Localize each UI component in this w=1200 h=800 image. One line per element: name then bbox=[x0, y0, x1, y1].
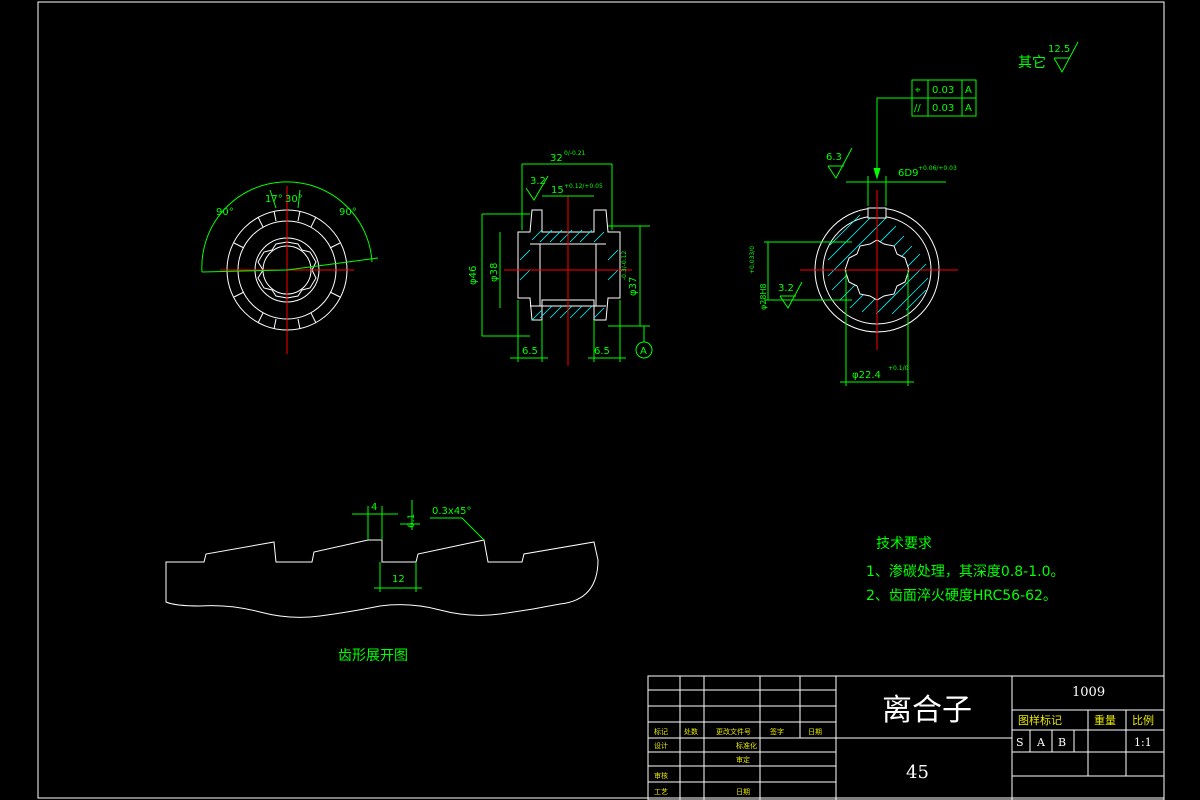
right-dia-bottom-tol: +0.1/0 bbox=[888, 365, 909, 372]
right-dim-top-tol: +0.06/+0.03 bbox=[918, 165, 957, 172]
tech-req-item2: 2、齿面淬火硬度HRC56-62。 bbox=[866, 588, 1057, 604]
stage-b: B bbox=[1058, 736, 1066, 749]
stage-label: 图样标记 bbox=[1018, 713, 1062, 727]
row-sign: 签字 bbox=[770, 727, 784, 736]
row-mark: 标记 bbox=[654, 727, 668, 736]
material: 45 bbox=[906, 762, 929, 783]
scale-value: 1:1 bbox=[1134, 736, 1152, 749]
section-roughness: 3.2 bbox=[530, 176, 546, 187]
other-roughness-value: 12.5 bbox=[1048, 44, 1070, 55]
scale-label: 比例 bbox=[1132, 713, 1154, 727]
section-dia-right-tol: -0.3/-0.12 bbox=[621, 251, 628, 280]
row-count: 处数 bbox=[684, 727, 698, 736]
other-roughness-note: 其它 12.5 bbox=[1018, 41, 1079, 74]
section-dia-outer: φ46 bbox=[468, 266, 479, 285]
tooth-profile-development: 4 6.1 12 0.3x45° 齿形展开图 bbox=[165, 500, 599, 664]
section-datum-label: A bbox=[640, 346, 647, 357]
row-date: 日期 bbox=[808, 728, 822, 736]
right-dia-left-tol: +0.033/0 bbox=[749, 246, 756, 274]
part-name: 离合子 bbox=[882, 693, 972, 728]
angle-mid-right-label: 30° bbox=[285, 194, 303, 205]
row-craft: 工艺 bbox=[654, 788, 668, 796]
left-end-view: 90° 17° 30° 90° bbox=[201, 181, 379, 354]
middle-section-view: 32 0/-0.21 15 +0.12/+0.05 3.2 φ46 φ38 φ3… bbox=[468, 150, 653, 366]
fcf-row1-datum: A bbox=[965, 85, 972, 96]
fcf-row2-value: 0.03 bbox=[932, 103, 954, 114]
drawing-frame bbox=[37, 1, 1165, 799]
fcf-row1-symbol: ⌖ bbox=[915, 85, 921, 96]
tooth-dim-12: 12 bbox=[392, 574, 405, 585]
engineering-drawing: 其它 12.5 90° 17° 30° 90° 32 0/-0.21 15 +0… bbox=[37, 1, 1165, 800]
stage-a: A bbox=[1036, 736, 1046, 749]
row-design: 设计 bbox=[654, 741, 668, 750]
tooth-dim-4: 4 bbox=[371, 502, 377, 513]
tech-req-title: 技术要求 bbox=[876, 536, 932, 552]
section-width-right: 6.5 bbox=[594, 346, 610, 357]
right-end-view: ⌖ 0.03 A // 0.03 A 6D9 +0.06/+0.03 6.3 φ… bbox=[749, 79, 977, 386]
drawing-number: 1009 bbox=[1072, 685, 1105, 700]
right-roughness-left: 3.2 bbox=[778, 283, 794, 294]
other-label: 其它 bbox=[1018, 54, 1046, 71]
section-width-left: 6.5 bbox=[522, 346, 538, 357]
angle-left-label: 90° bbox=[216, 207, 234, 218]
section-dim-top: 32 bbox=[550, 153, 563, 164]
tooth-profile-caption: 齿形展开图 bbox=[338, 648, 408, 664]
right-roughness-top: 6.3 bbox=[826, 152, 842, 163]
right-dia-bottom: φ22.4 bbox=[852, 370, 881, 381]
stage-s: S bbox=[1016, 736, 1024, 749]
weight-label: 重量 bbox=[1094, 713, 1116, 727]
section-dim-top-tol: 0/-0.21 bbox=[564, 150, 586, 157]
title-block-text: 离合子 45 1009 图样标记 重量 比例 S A B 1:1 标记 处数 更… bbox=[654, 685, 1154, 796]
row-check: 审定 bbox=[736, 755, 750, 764]
row-review: 审核 bbox=[654, 771, 668, 780]
row-doc: 更改文件号 bbox=[716, 727, 751, 736]
fcf-row2-symbol: // bbox=[914, 103, 921, 114]
right-dim-top: 6D9 bbox=[898, 168, 918, 179]
tech-req-item1: 1、渗碳处理，其深度0.8-1.0。 bbox=[866, 564, 1065, 580]
row-standard: 标准化 bbox=[736, 741, 757, 750]
technical-requirements: 技术要求 1、渗碳处理，其深度0.8-1.0。 2、齿面淬火硬度HRC56-62… bbox=[866, 536, 1065, 604]
section-dim-inner-tol: +0.12/+0.05 bbox=[564, 183, 603, 190]
fcf-row2-datum: A bbox=[965, 103, 972, 114]
angle-mid-left-label: 17° bbox=[265, 194, 283, 205]
fcf-row1-value: 0.03 bbox=[932, 85, 954, 96]
angle-right-label: 90° bbox=[339, 207, 357, 218]
section-dim-inner: 15 bbox=[551, 185, 564, 196]
row-date2: 日期 bbox=[736, 788, 750, 796]
tooth-chamfer: 0.3x45° bbox=[432, 506, 472, 517]
right-dia-left: φ28H8 bbox=[759, 283, 768, 310]
tooth-dim-small: 6.1 bbox=[407, 514, 417, 528]
section-dia-right: φ37 bbox=[628, 277, 639, 296]
section-dia-hub: φ38 bbox=[489, 263, 500, 282]
